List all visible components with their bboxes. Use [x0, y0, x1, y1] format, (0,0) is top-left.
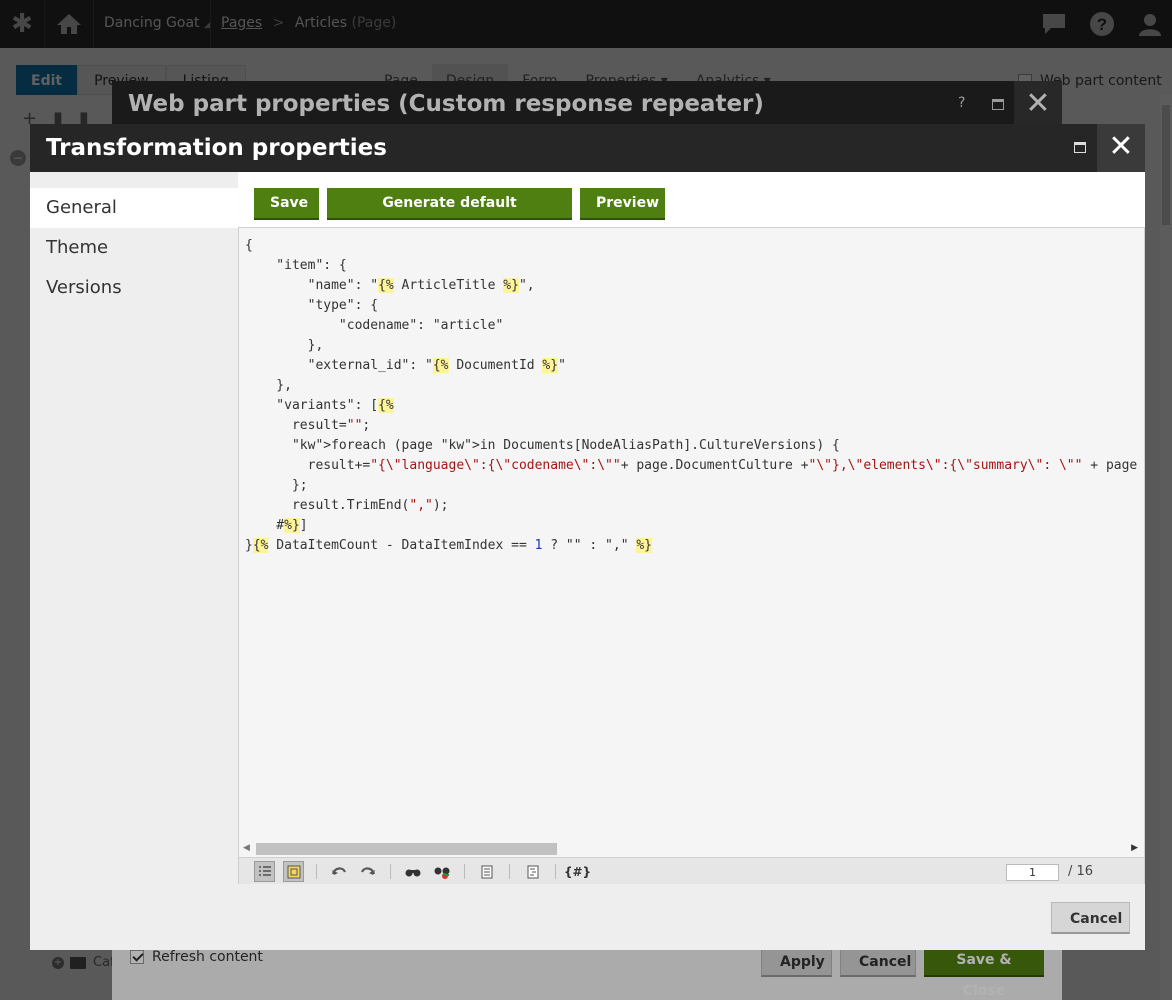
insert-macro-icon[interactable]: {#}: [564, 861, 591, 882]
code-line: "external_id": "{% DocumentId %}": [245, 358, 566, 373]
scrollbar-thumb[interactable]: [256, 843, 557, 855]
save-button[interactable]: Save: [254, 188, 319, 220]
find-replace-icon[interactable]: [431, 861, 452, 882]
code-line: "variants": [{%: [245, 398, 394, 413]
code-line: result="";: [245, 418, 371, 433]
nav-item-general[interactable]: General: [30, 188, 238, 228]
highlight-icon[interactable]: [283, 861, 304, 882]
close-icon[interactable]: ✕: [1097, 124, 1145, 172]
line-total: / 16: [1068, 864, 1094, 879]
code-line: "type": {: [245, 298, 379, 313]
format-icon[interactable]: [476, 861, 497, 882]
maximize-icon[interactable]: [1074, 142, 1086, 153]
dialog-footer: Cancel: [30, 884, 1145, 950]
code-line: "item": {: [245, 258, 347, 273]
code-line: },: [245, 378, 292, 393]
code-area[interactable]: { "item": { "name": "{% ArticleTitle %}"…: [245, 236, 1138, 836]
editor-toolbar: {#} 1 / 16: [239, 857, 1144, 884]
dialog-title: Transformation properties: [46, 135, 387, 161]
code-line: #%}]: [245, 518, 308, 533]
code-line: "name": "{% ArticleTitle %}",: [245, 278, 535, 293]
dialog-nav: General Theme Versions: [30, 172, 238, 884]
code-line: {: [245, 238, 253, 253]
scroll-right-icon[interactable]: ▶: [1131, 843, 1138, 853]
action-toolbar: Save Generate default transformation Pre…: [254, 188, 665, 242]
find-icon[interactable]: [402, 861, 423, 882]
horizontal-scrollbar[interactable]: ◀ ▶: [239, 839, 1144, 857]
line-number-input[interactable]: 1: [1006, 864, 1059, 881]
code-line: };: [245, 478, 308, 493]
undo-icon[interactable]: [328, 861, 349, 882]
generate-default-transformation-button[interactable]: Generate default transformation: [327, 188, 572, 242]
transformation-properties-dialog: Transformation properties ✕ General Them…: [30, 124, 1145, 950]
code-line: result.TrimEnd(",");: [245, 498, 449, 513]
code-line: "codename": "article": [245, 318, 504, 333]
scroll-left-icon[interactable]: ◀: [243, 843, 250, 853]
redo-icon[interactable]: [357, 861, 378, 882]
code-editor[interactable]: { "item": { "name": "{% ArticleTitle %}"…: [238, 227, 1145, 884]
dialog-header: Transformation properties ✕: [30, 124, 1145, 172]
preview-button[interactable]: Preview: [580, 188, 665, 220]
code-line: },: [245, 338, 324, 353]
indent-icon[interactable]: [522, 861, 543, 882]
code-line: }{% DataItemCount - DataItemIndex == 1 ?…: [245, 538, 652, 553]
nav-item-versions[interactable]: Versions: [30, 268, 238, 308]
nav-item-theme[interactable]: Theme: [30, 228, 238, 268]
code-line: "kw">foreach (page "kw">in Documents[Nod…: [291, 438, 840, 453]
line-numbers-icon[interactable]: [254, 861, 275, 882]
code-line: result+="{\"language\":{\"codename\":\""…: [245, 458, 1138, 473]
cancel-button[interactable]: Cancel: [1051, 902, 1130, 934]
